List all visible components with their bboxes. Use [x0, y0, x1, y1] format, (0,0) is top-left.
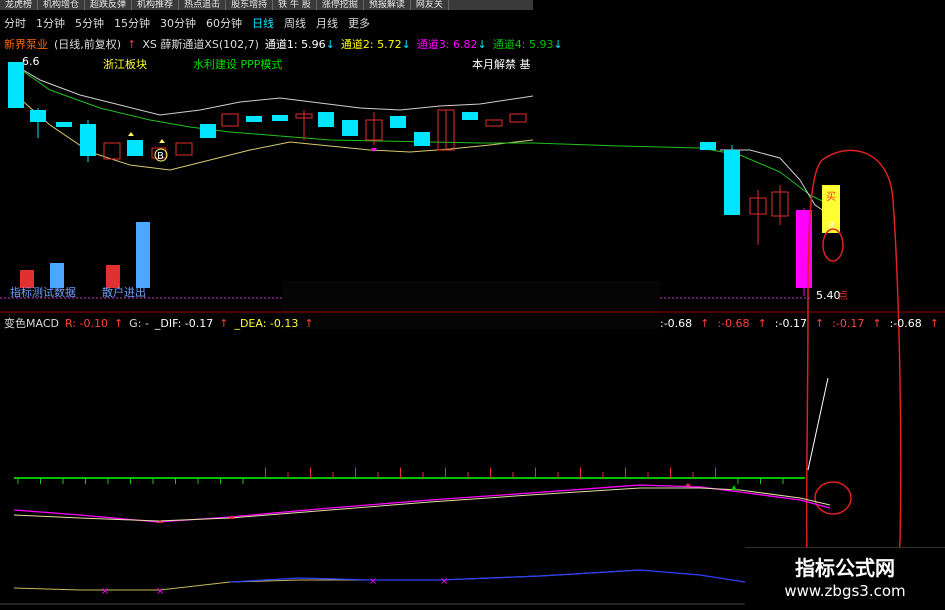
macd-right-value: :-0.68: [660, 316, 693, 330]
kline-chart: B 买 B 指标测试数据 散户进出 5.40 点 × × × ×: [0, 61, 945, 605]
annotation-line: [807, 377, 829, 471]
macd-histogram: [17, 467, 784, 484]
watermark-title: 指标公式网: [795, 556, 895, 580]
up-arrow-icon: ↑: [814, 316, 825, 330]
up-arrow-icon: ↑: [700, 316, 710, 330]
low-price-label: 5.40: [816, 289, 841, 302]
dif-line: [13, 484, 831, 523]
macd-right-value: :-0.17: [774, 316, 807, 330]
macd-right-value: :-0.17: [832, 316, 865, 330]
watermark-url: www.zbgs3.com: [784, 582, 906, 600]
svg-text:×: ×: [440, 576, 448, 587]
macd-dea: _DEA: -0.13: [234, 316, 299, 330]
watermark: 指标公式网 www.zbgs3.com: [745, 547, 945, 610]
macd-right-value: :-0.68: [717, 316, 750, 330]
volume-bars: [20, 222, 150, 288]
annotation-circle-small: [822, 228, 844, 262]
dotted-label-mid: 散户进出: [102, 285, 146, 299]
macd-g: G: -: [129, 316, 149, 330]
channel-line-white: [9, 61, 534, 116]
up-arrow-icon: ↑: [929, 316, 939, 330]
up-arrow-icon: ↑: [872, 316, 882, 330]
dotted-label-left: 指标测试数据: [10, 285, 76, 299]
macd-header-right: :-0.68 ↑ :-0.68 ↑ :-0.17 ↑ :-0.17 ↑ :-0.68 ↑: [660, 316, 939, 330]
svg-text:×: ×: [369, 576, 377, 587]
svg-text:点: 点: [838, 290, 848, 302]
macd-r: R: -0.10: [64, 316, 108, 330]
redaction-box: [282, 281, 660, 329]
dea-line: [13, 487, 831, 522]
macd-right-value: :-0.68: [889, 316, 922, 330]
b-marker-1: B: [157, 151, 164, 162]
macd-dif: _DIF: -0.17: [154, 316, 214, 330]
macd-name[interactable]: 变色MACD: [4, 315, 59, 331]
macd-header: 变色MACD R: -0.10 ↑ G: - _DIF: -0.17 ↑ _DEA:…: [4, 315, 314, 331]
svg-text:×: ×: [101, 586, 109, 597]
svg-text:×: ×: [156, 586, 164, 597]
buy-marker-text: 买: [826, 191, 836, 203]
up-arrow-icon: ↑: [757, 316, 767, 330]
